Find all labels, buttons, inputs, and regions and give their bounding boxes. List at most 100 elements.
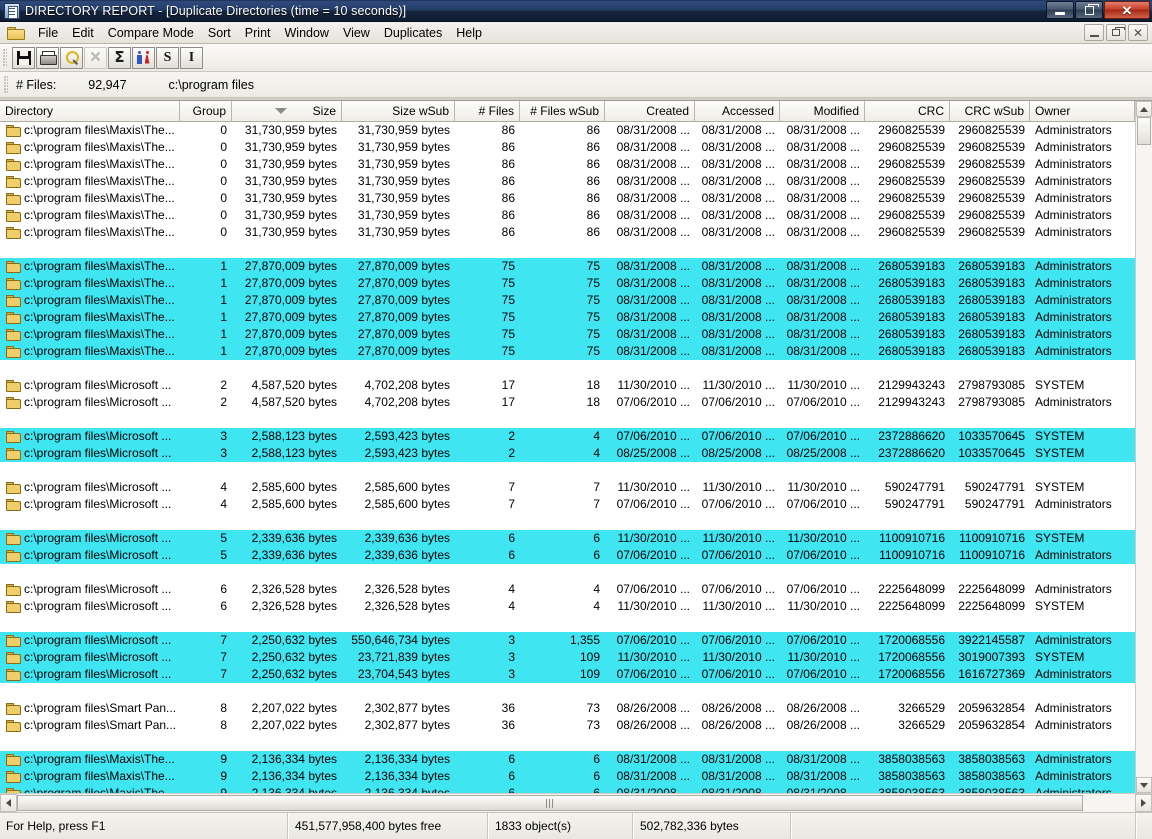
column-header-directory[interactable]: Directory bbox=[0, 101, 180, 121]
cell-created: 08/31/2008 ... bbox=[616, 140, 690, 154]
column-header-size[interactable]: Size bbox=[232, 101, 342, 121]
interval-button[interactable]: I bbox=[180, 46, 203, 69]
table-row[interactable]: c:\program files\Microsoft ... 6 2,326,528… bbox=[0, 598, 1135, 615]
table-row[interactable]: c:\program files\Maxis\The... 0 31,730,959… bbox=[0, 190, 1135, 207]
menu-item-edit[interactable]: Edit bbox=[65, 23, 101, 43]
table-row[interactable]: c:\program files\Maxis\The... 1 27,870,009… bbox=[0, 292, 1135, 309]
table-row[interactable]: c:\program files\Microsoft ... 4 2,585,600… bbox=[0, 479, 1135, 496]
infobar-grip[interactable] bbox=[4, 75, 8, 94]
table-row[interactable]: c:\program files\Microsoft ... 2 4,587,520… bbox=[0, 394, 1135, 411]
table-row[interactable]: c:\program files\Microsoft ... 7 2,250,632… bbox=[0, 632, 1135, 649]
table-row[interactable]: c:\program files\Microsoft ... 5 2,339,636… bbox=[0, 530, 1135, 547]
directory-path: c:\program files\Maxis\The... bbox=[24, 310, 175, 324]
window-close-button[interactable]: ✕ bbox=[1104, 1, 1150, 19]
window-titlebar: DIRECTORY REPORT - [Duplicate Directorie… bbox=[0, 0, 1152, 22]
cell-modified: 07/06/2010 ... bbox=[786, 633, 860, 647]
document-close-button[interactable]: ✕ bbox=[1128, 24, 1148, 41]
table-row[interactable]: c:\program files\Maxis\The... 1 27,870,009… bbox=[0, 309, 1135, 326]
print-button[interactable] bbox=[36, 46, 59, 69]
table-row[interactable]: c:\program files\Maxis\The... 0 31,730,959… bbox=[0, 224, 1135, 241]
cell-created: 11/30/2010 ... bbox=[617, 531, 690, 545]
document-restore-button[interactable] bbox=[1106, 24, 1126, 41]
cell-accessed: 11/30/2010 ... bbox=[702, 599, 775, 613]
cell-group: 5 bbox=[220, 531, 227, 545]
cell-accessed: 11/30/2010 ... bbox=[702, 378, 775, 392]
sigma-icon: Σ bbox=[114, 48, 125, 66]
table-row[interactable]: c:\program files\Maxis\The... 9 2,136,334 … bbox=[0, 768, 1135, 785]
cell-files: 86 bbox=[501, 157, 515, 171]
table-row[interactable]: c:\program files\Maxis\The... 9 2,136,334 … bbox=[0, 751, 1135, 768]
column-header-files_wsub[interactable]: # Files wSub bbox=[520, 101, 605, 121]
column-header-label: Size bbox=[312, 104, 336, 118]
column-header-owner[interactable]: Owner bbox=[1030, 101, 1135, 121]
table-row[interactable]: c:\program files\Maxis\The... 1 27,870,009… bbox=[0, 275, 1135, 292]
table-row[interactable]: c:\program files\Microsoft ... 6 2,326,528… bbox=[0, 581, 1135, 598]
window-minimize-button[interactable] bbox=[1046, 1, 1074, 19]
menu-item-print[interactable]: Print bbox=[238, 23, 278, 43]
cell-owner: Administrators bbox=[1035, 769, 1112, 783]
cell-crc: 2680539183 bbox=[878, 344, 945, 358]
horizontal-scrollbar[interactable] bbox=[0, 793, 1152, 812]
column-header-modified[interactable]: Modified bbox=[780, 101, 865, 121]
table-row[interactable]: c:\program files\Microsoft ... 5 2,339,636… bbox=[0, 547, 1135, 564]
toolbar-grip[interactable] bbox=[3, 48, 7, 67]
table-row[interactable]: c:\program files\Maxis\The... 0 31,730,959… bbox=[0, 173, 1135, 190]
window-maximize-button[interactable] bbox=[1075, 1, 1103, 19]
table-row[interactable]: c:\program files\Microsoft ... 3 2,588,123… bbox=[0, 428, 1135, 445]
table-row[interactable]: c:\program files\Maxis\The... 0 31,730,959… bbox=[0, 139, 1135, 156]
table-row[interactable]: c:\program files\Maxis\The... 1 27,870,009… bbox=[0, 258, 1135, 275]
column-header-label: CRC wSub bbox=[964, 104, 1024, 118]
scroll-left-button[interactable] bbox=[0, 794, 17, 812]
table-row[interactable]: c:\program files\Maxis\The... 1 27,870,009… bbox=[0, 343, 1135, 360]
column-header-crc_wsub[interactable]: CRC wSub bbox=[950, 101, 1030, 121]
table-row[interactable]: c:\program files\Microsoft ... 7 2,250,632… bbox=[0, 649, 1135, 666]
cell-files_wsub: 6 bbox=[593, 769, 600, 783]
table-row[interactable]: c:\program files\Microsoft ... 2 4,587,520… bbox=[0, 377, 1135, 394]
column-header-group[interactable]: Group bbox=[180, 101, 232, 121]
compare-button[interactable] bbox=[132, 46, 155, 69]
vertical-scroll-track[interactable] bbox=[1136, 117, 1152, 777]
column-header-size_wsub[interactable]: Size wSub bbox=[342, 101, 455, 121]
table-row[interactable]: c:\program files\Microsoft ... 7 2,250,632… bbox=[0, 666, 1135, 683]
table-row[interactable]: c:\program files\Maxis\The... 1 27,870,009… bbox=[0, 326, 1135, 343]
vertical-scrollbar[interactable] bbox=[1135, 101, 1152, 793]
table-row[interactable]: c:\program files\Maxis\The... 9 2,136,334 … bbox=[0, 785, 1135, 793]
table-row[interactable]: c:\program files\Maxis\The... 0 31,730,959… bbox=[0, 156, 1135, 173]
horizontal-scroll-track[interactable] bbox=[17, 794, 1135, 812]
cell-crc: 1720068556 bbox=[878, 633, 945, 647]
menu-item-compare-mode[interactable]: Compare Mode bbox=[101, 23, 201, 43]
menu-item-help[interactable]: Help bbox=[449, 23, 489, 43]
column-header-created[interactable]: Created bbox=[605, 101, 695, 121]
column-header-accessed[interactable]: Accessed bbox=[695, 101, 780, 121]
size-button[interactable]: S bbox=[156, 46, 179, 69]
find-button[interactable] bbox=[60, 46, 83, 69]
table-row[interactable]: c:\program files\Microsoft ... 3 2,588,123… bbox=[0, 445, 1135, 462]
table-row[interactable]: c:\program files\Microsoft ... 4 2,585,600… bbox=[0, 496, 1135, 513]
menu-item-sort[interactable]: Sort bbox=[201, 23, 238, 43]
cell-crc: 2680539183 bbox=[878, 327, 945, 341]
table-row[interactable]: c:\program files\Maxis\The... 0 31,730,959… bbox=[0, 122, 1135, 139]
cell-owner: Administrators bbox=[1035, 293, 1112, 307]
table-row[interactable]: c:\program files\Smart Pan... 8 2,207,022 … bbox=[0, 717, 1135, 734]
column-header-label: Directory bbox=[5, 104, 54, 118]
cell-directory: c:\program files\Maxis\The... bbox=[0, 768, 180, 785]
menu-item-window[interactable]: Window bbox=[278, 23, 336, 43]
sum-button[interactable]: Σ bbox=[108, 46, 131, 69]
menu-item-duplicates[interactable]: Duplicates bbox=[377, 23, 449, 43]
menu-item-file[interactable]: File bbox=[31, 23, 65, 43]
column-header-files[interactable]: # Files bbox=[455, 101, 520, 121]
scroll-down-button[interactable] bbox=[1136, 777, 1152, 793]
save-button[interactable] bbox=[12, 46, 35, 69]
status-resize-grip[interactable] bbox=[1136, 813, 1152, 839]
scroll-up-button[interactable] bbox=[1136, 101, 1152, 117]
column-header-crc[interactable]: CRC bbox=[865, 101, 950, 121]
horizontal-scroll-thumb[interactable] bbox=[17, 795, 1083, 811]
cell-crc_wsub: 2960825539 bbox=[958, 123, 1025, 137]
table-row[interactable]: c:\program files\Smart Pan... 8 2,207,022 … bbox=[0, 700, 1135, 717]
menu-item-view[interactable]: View bbox=[336, 23, 377, 43]
table-row[interactable]: c:\program files\Maxis\The... 0 31,730,959… bbox=[0, 207, 1135, 224]
toolbar: ✕ Σ S I bbox=[0, 44, 1152, 72]
scroll-right-button[interactable] bbox=[1135, 794, 1152, 812]
document-minimize-button[interactable] bbox=[1084, 24, 1104, 41]
vertical-scroll-thumb[interactable] bbox=[1137, 117, 1151, 145]
